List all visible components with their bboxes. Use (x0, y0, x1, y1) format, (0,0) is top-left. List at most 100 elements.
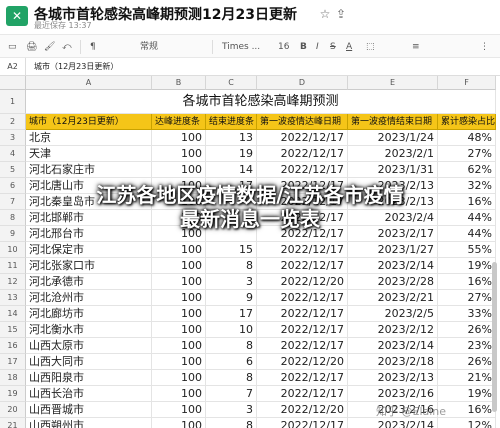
undo-icon[interactable]: ⤺ (62, 39, 72, 55)
italic-button[interactable]: I (316, 39, 319, 55)
table-cell[interactable]: 2023/2/14 (348, 338, 438, 354)
city-cell[interactable]: 山西朔州市 (26, 418, 152, 428)
table-cell[interactable]: 33% (438, 306, 496, 322)
table-cell[interactable]: 2023/2/5 (348, 306, 438, 322)
row-header[interactable]: 19 (0, 386, 26, 402)
table-cell[interactable]: 100 (152, 402, 206, 418)
city-cell[interactable]: 河北衡水市 (26, 322, 152, 338)
row-header[interactable]: 9 (0, 226, 26, 242)
table-cell[interactable]: 100 (152, 242, 206, 258)
row-header[interactable]: 8 (0, 210, 26, 226)
table-cell[interactable]: 100 (152, 162, 206, 178)
row-header[interactable]: 10 (0, 242, 26, 258)
city-cell[interactable]: 山西长治市 (26, 386, 152, 402)
table-cell[interactable]: 17 (206, 178, 257, 194)
table-cell[interactable] (206, 226, 257, 242)
table-cell[interactable]: 16% (438, 402, 496, 418)
table-cell[interactable]: 2022/12/17 (257, 386, 348, 402)
table-cell[interactable]: 8 (206, 258, 257, 274)
table-cell[interactable]: 2022/12/17 (257, 146, 348, 162)
row-header[interactable]: 17 (0, 354, 26, 370)
table-cell[interactable]: 8 (206, 370, 257, 386)
table-cell[interactable]: 100 (152, 418, 206, 428)
table-cell[interactable]: 2022/12/17 (257, 338, 348, 354)
row-header[interactable]: 14 (0, 306, 26, 322)
vertical-scrollbar[interactable] (492, 262, 497, 412)
row-header[interactable]: 6 (0, 178, 26, 194)
table-cell[interactable]: 8 (206, 418, 257, 428)
table-cell[interactable]: 2022/12/17 (257, 418, 348, 428)
table-cell[interactable]: 44% (438, 210, 496, 226)
share-icon[interactable]: ⇪ (334, 7, 348, 21)
city-cell[interactable]: 天津 (26, 146, 152, 162)
city-cell[interactable]: 山西太原市 (26, 338, 152, 354)
row-header[interactable]: 11 (0, 258, 26, 274)
align-icon[interactable]: ≡ (412, 39, 420, 55)
table-cell[interactable]: 100 (152, 306, 206, 322)
table-cell[interactable]: 2022/12/17 (257, 226, 348, 242)
table-cell[interactable]: 2023/1/27 (348, 242, 438, 258)
row-header[interactable]: 5 (0, 162, 26, 178)
formula-input[interactable]: 城市（12月23日更新） (34, 58, 118, 76)
table-cell[interactable]: 100 (152, 290, 206, 306)
city-cell[interactable]: 河北保定市 (26, 242, 152, 258)
table-cell[interactable]: 2022/12/17 (257, 178, 348, 194)
borders-icon[interactable]: ⬚ (366, 39, 375, 55)
number-format-select[interactable]: 常规 (140, 39, 158, 55)
print-icon[interactable]: 🖨 (26, 39, 37, 55)
paint-icon[interactable]: 🖌 (44, 39, 55, 55)
table-cell[interactable]: 100 (152, 178, 206, 194)
table-cell[interactable]: 2022/12/17 (257, 370, 348, 386)
table-cell[interactable]: 16% (438, 274, 496, 290)
table-cell[interactable]: 2022/12/17 (257, 242, 348, 258)
table-cell[interactable]: 17 (206, 306, 257, 322)
table-cell[interactable]: 100 (152, 386, 206, 402)
table-cell[interactable]: 100 (152, 258, 206, 274)
city-cell[interactable]: 山西晋城市 (26, 402, 152, 418)
table-cell[interactable]: 3 (206, 274, 257, 290)
table-cell[interactable]: 100 (152, 274, 206, 290)
table-cell[interactable]: 26% (438, 354, 496, 370)
city-cell[interactable]: 河北张家口市 (26, 258, 152, 274)
table-cell[interactable]: 21% (438, 370, 496, 386)
header-cell[interactable]: 累计感染占比 (438, 114, 496, 130)
city-cell[interactable]: 河北秦皇岛市 (26, 194, 152, 210)
row-header[interactable]: 12 (0, 274, 26, 290)
select-all-corner[interactable] (0, 76, 26, 90)
city-cell[interactable]: 北京 (26, 130, 152, 146)
table-cell[interactable]: 15 (206, 242, 257, 258)
column-header-f[interactable]: F (438, 76, 496, 90)
table-cell[interactable]: 2023/2/18 (348, 354, 438, 370)
city-cell[interactable]: 河北廊坊市 (26, 306, 152, 322)
row-header[interactable]: 18 (0, 370, 26, 386)
table-cell[interactable]: 2022/12/17 (257, 130, 348, 146)
column-header-d[interactable]: D (257, 76, 348, 90)
table-cell[interactable]: 12% (438, 418, 496, 428)
table-cell[interactable]: 7 (206, 386, 257, 402)
row-header[interactable]: 4 (0, 146, 26, 162)
table-cell[interactable]: 2023/2/14 (348, 418, 438, 428)
table-cell[interactable]: 2023/2/21 (348, 290, 438, 306)
city-cell[interactable]: 河北石家庄市 (26, 162, 152, 178)
table-cell[interactable]: 100 (152, 226, 206, 242)
column-header-e[interactable]: E (348, 76, 438, 90)
table-cell[interactable]: 2022/12/20 (257, 354, 348, 370)
header-cell[interactable]: 结束进度条 (206, 114, 257, 130)
table-cell[interactable]: 55% (438, 242, 496, 258)
city-cell[interactable]: 山西阳泉市 (26, 370, 152, 386)
table-cell[interactable]: 2023/2/17 (348, 226, 438, 242)
row-header[interactable]: 16 (0, 338, 26, 354)
table-cell[interactable]: 2022/12/17 (257, 258, 348, 274)
table-cell[interactable]: 100 (152, 354, 206, 370)
table-cell[interactable]: 2023/2/14 (348, 258, 438, 274)
table-cell[interactable]: 2022/12/17 (257, 322, 348, 338)
table-cell[interactable]: 2023/2/28 (348, 274, 438, 290)
more-icon[interactable]: ⋮ (480, 39, 489, 55)
row-header[interactable]: 13 (0, 290, 26, 306)
header-cell[interactable]: 第一波疫情结束日期 (348, 114, 438, 130)
star-icon[interactable]: ☆ (318, 7, 332, 21)
city-cell[interactable]: 河北邯郸市 (26, 210, 152, 226)
row-header[interactable]: 20 (0, 402, 26, 418)
table-cell[interactable]: 100 (152, 322, 206, 338)
table-cell[interactable]: 100 (152, 194, 206, 210)
